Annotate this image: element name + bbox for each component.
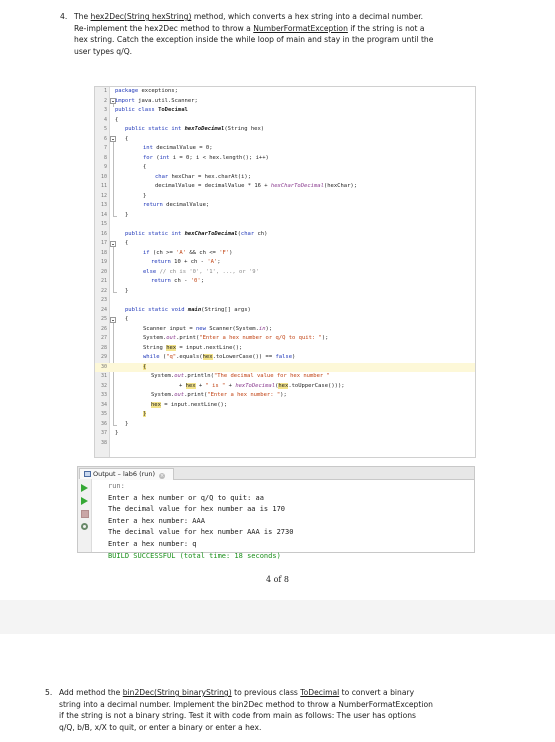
task-number: 5.: [45, 688, 53, 697]
rerun-icon[interactable]: [81, 484, 88, 492]
output-console: run: Enter a hex number or q/Q to quit: …: [108, 481, 470, 562]
output-line: Enter a hex number or q/Q to quit: aa: [108, 493, 264, 502]
method-name-link: bin2Dec(String binaryString): [122, 688, 232, 697]
code-line: 12}: [100, 192, 147, 199]
output-tab[interactable]: Output – lab6 (run) ×: [79, 468, 175, 480]
output-line: BUILD SUCCESSFUL (total time: 18 seconds…: [108, 551, 281, 560]
code-line: 14}: [100, 211, 129, 218]
code-line: 13 return decimalValue;: [100, 202, 210, 208]
code-line: 10 char hexChar = hex.charAt(i);: [100, 173, 252, 180]
code-line: 37}: [100, 430, 119, 436]
task-line-2: string into a decimal number. Implement …: [59, 699, 433, 709]
code-line: 18 if (ch >= 'A' && ch <= 'F'): [100, 249, 233, 256]
code-editor: 1 package exceptions; 2 import java.util.S…: [94, 86, 476, 458]
task-line-3: if the string is not a binary string. Te…: [59, 711, 416, 721]
task-line-2: Re-implement the hex2Dec method to throw…: [74, 23, 425, 33]
output-line: Enter a hex number: AAA: [108, 516, 205, 525]
code-line: 21 return ch - '0';: [100, 278, 204, 284]
code-line: 1 package exceptions;: [103, 88, 178, 94]
task-line-4: user types q/Q.: [74, 46, 133, 56]
code-line: 9{: [103, 164, 147, 170]
class-name-link: ToDecimal: [300, 688, 340, 697]
output-window-icon: [84, 471, 91, 477]
code-line: 20 else // ch is '0', '1', ..., or '9': [100, 268, 259, 275]
code-line: 7 int decimalValue = 0;: [103, 145, 213, 151]
page-number: 4 of 8: [265, 575, 290, 584]
output-line: The decimal value for hex number AAA is …: [108, 528, 294, 537]
task-line-4: q/Q, b/B, x/X to quit, or enter a binary…: [59, 722, 262, 732]
method-name-link: hex2Dec(String hexString): [90, 12, 192, 21]
code-line: 34 hex = input.nextLine();: [100, 401, 228, 408]
code-line: 5 public static int hexToDecimal(String h…: [103, 126, 265, 132]
task-5-instructions: 5. Add method the bin2Dec(String binaryS…: [45, 687, 479, 733]
task-number: 4.: [60, 12, 68, 21]
code-line: 32 + hex + " is " + hexToDecimal(hex.toUp…: [100, 382, 345, 389]
task-line-1: Add method the bin2Dec(String binaryStri…: [59, 688, 415, 697]
output-tab-title: Output – lab6 (run): [93, 470, 156, 478]
code-line: 31 System.out.println("The decimal value …: [100, 373, 330, 379]
exception-name-link: NumberFormatException: [253, 23, 348, 33]
code-line: 36}: [100, 420, 129, 427]
task-4-instructions: 4. The hex2Dec(String hexString) method,…: [60, 11, 484, 57]
output-toolbar: [78, 479, 92, 552]
code-line: 11 decimalValue = decimalValue * 16 + hex…: [100, 183, 358, 189]
output-line: run:: [108, 482, 125, 490]
document-page-4: 4. The hex2Dec(String hexString) method,…: [0, 0, 555, 600]
output-line: The decimal value for hex number aa is 1…: [108, 505, 286, 514]
code-line: 22}: [100, 287, 129, 294]
code-line: 16 public static int hexCharToDecimal(cha…: [100, 230, 268, 237]
close-icon[interactable]: ×: [159, 473, 166, 479]
code-line: 2 import java.util.Scanner;: [103, 97, 198, 104]
code-line: 29 while ("q".equals(hex.toLowerCase()) =…: [100, 354, 296, 360]
rerun-with-options-icon[interactable]: [81, 497, 88, 505]
output-tab-bar: Output – lab6 (run) ×: [78, 467, 474, 480]
code-line: 28 String hex = input.nextLine();: [100, 344, 243, 351]
stop-icon[interactable]: [81, 510, 89, 518]
code-line: 4{: [103, 116, 119, 123]
task-line-3: hex string. Catch the exception inside t…: [74, 35, 434, 45]
code-line: 27 System.out.print("Enter a hex number o…: [100, 335, 329, 341]
code-line: 6{: [103, 135, 129, 142]
output-panel: Output – lab6 (run) × run: Enter a hex nu…: [77, 466, 475, 560]
output-line: Enter a hex number: q: [108, 539, 197, 548]
code-line: 19 return 10 + ch - 'A';: [100, 259, 221, 265]
code-line: 3 public class ToDecimal: [103, 107, 188, 113]
code-line: 15: [100, 221, 107, 227]
code-line: 35}: [100, 411, 147, 417]
code-line: 8 for (int i = 0; i < hex.length(); i++): [103, 154, 269, 161]
code-line: 23: [100, 297, 107, 303]
code-line: 38: [100, 439, 107, 446]
code-line: 33 System.out.print("Enter a hex number: …: [100, 392, 287, 398]
code-line: 25{: [100, 316, 129, 322]
task-line-1: The hex2Dec(String hexString) method, wh…: [74, 12, 424, 21]
code-line: 17{: [100, 240, 129, 246]
code-line: 30{: [95, 362, 475, 372]
code-line: 26 Scanner input = new Scanner(System.in)…: [100, 325, 273, 332]
code-line: 24 public static void main(String[] args): [100, 306, 251, 313]
settings-icon[interactable]: [81, 523, 88, 530]
